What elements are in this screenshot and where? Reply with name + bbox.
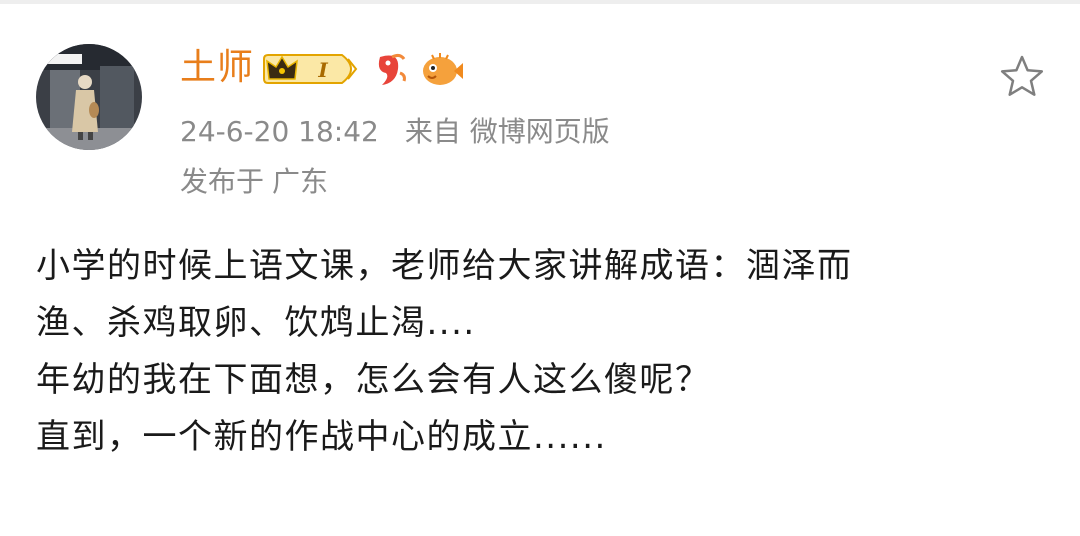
star-outline-icon <box>1000 55 1044 96</box>
avatar[interactable] <box>36 44 142 150</box>
post-line: 渔、杀鸡取卵、饮鸩止渴.... <box>36 303 476 343</box>
post-source[interactable]: 来自 微博网页版 <box>405 115 610 148</box>
post-body: 小学的时候上语文课，老师给大家讲解成语：涸泽而 渔、杀鸡取卵、饮鸩止渴.... … <box>36 238 1046 466</box>
location-name: 广东 <box>272 165 329 198</box>
avatar-photo-icon <box>36 44 142 150</box>
post-location: 发布于 广东 <box>180 164 328 200</box>
post-line: 直到，一个新的作战中心的成立...... <box>36 417 607 457</box>
puffer-fish-badge-icon[interactable] <box>418 49 464 89</box>
post-timestamp: 24-6-20 18:42 <box>180 115 379 148</box>
red-bird-badge-icon[interactable] <box>370 49 410 89</box>
post-meta: 24-6-20 18:42 来自 微博网页版 <box>180 114 610 150</box>
post-line: 年幼的我在下面想，怎么会有人这么傻呢？ <box>36 360 711 400</box>
level-badge-label: I <box>317 58 328 82</box>
favorite-button[interactable] <box>998 53 1046 101</box>
user-badges: I <box>262 44 464 94</box>
post-line: 小学的时候上语文课，老师给大家讲解成语：涸泽而 <box>36 246 853 286</box>
location-prefix: 发布于 <box>180 165 265 198</box>
username[interactable]: 土师 <box>180 44 254 92</box>
crown-level-badge-icon[interactable]: I <box>262 49 362 89</box>
top-divider <box>0 0 1080 4</box>
